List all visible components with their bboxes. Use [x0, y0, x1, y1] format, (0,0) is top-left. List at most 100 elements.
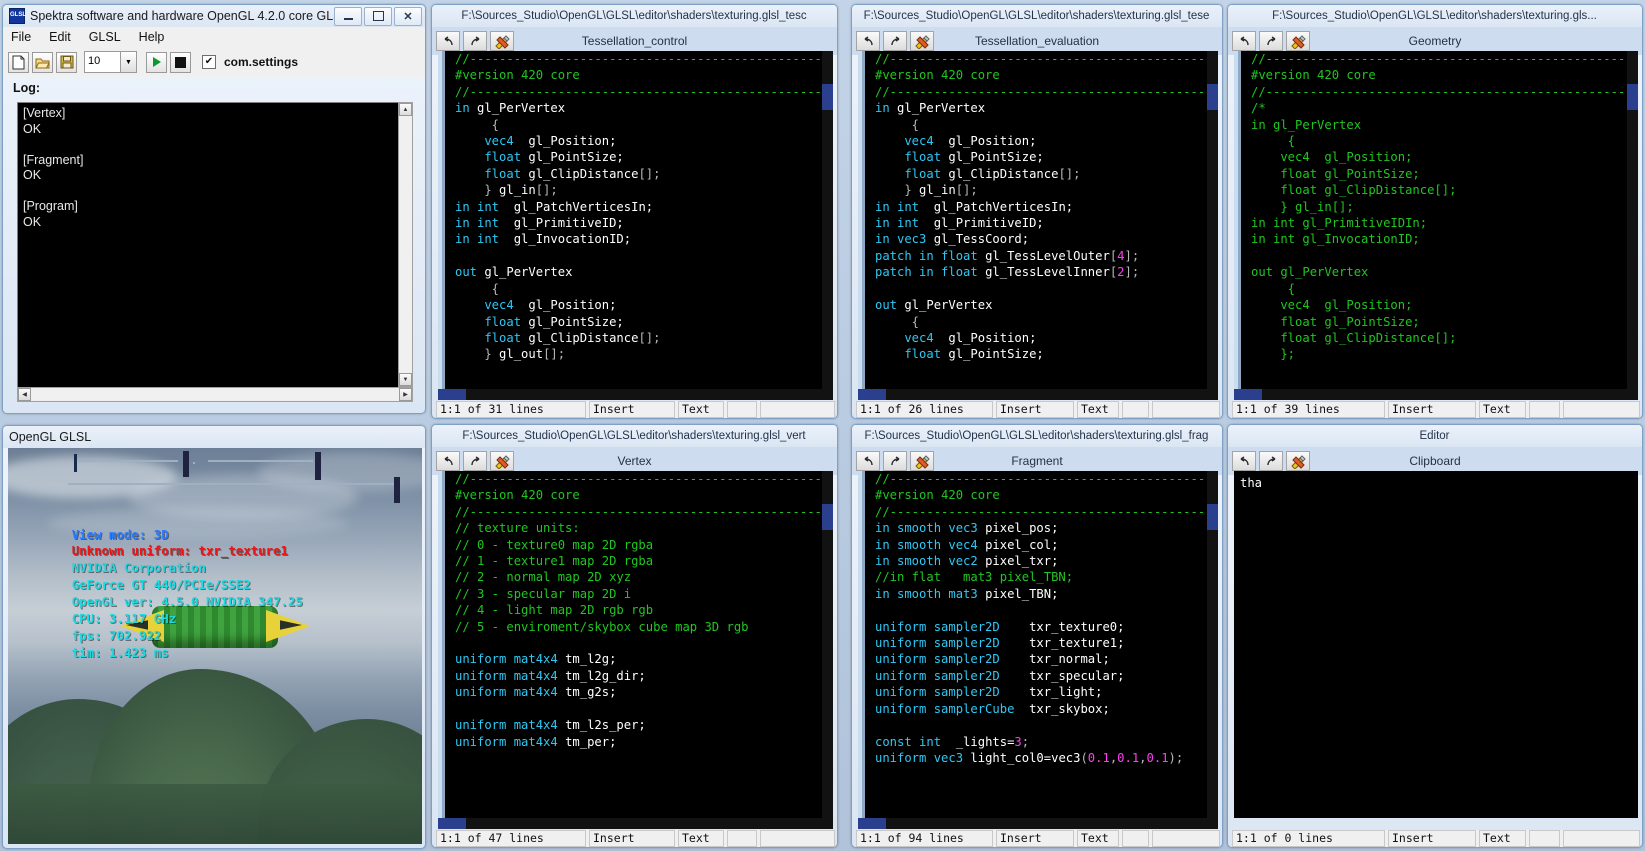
undo-icon[interactable] [436, 31, 460, 51]
code-area-vert[interactable]: //--------------------------------------… [438, 471, 833, 818]
new-file-icon[interactable] [8, 51, 29, 73]
minimize-button[interactable] [334, 6, 362, 26]
code-token: , [1139, 750, 1147, 765]
tools-icon[interactable] [1286, 451, 1310, 471]
redo-icon[interactable] [1259, 451, 1283, 471]
scroll-left-arrow[interactable]: ◀ [18, 388, 31, 401]
code-vertical-scrollbar-tese[interactable] [1207, 51, 1218, 389]
code-line: in int gl_PatchVerticesIn; [449, 199, 833, 215]
redo-icon[interactable] [883, 451, 907, 471]
code-area-geom[interactable]: //--------------------------------------… [1234, 51, 1638, 389]
code-token: #version 420 core [875, 488, 1000, 503]
code-line: float gl_PointSize; [449, 314, 833, 330]
code-horizontal-scrollbar-geom[interactable] [1234, 389, 1638, 400]
code-horizontal-scrollbar-vert[interactable] [438, 818, 833, 829]
scroll-down-arrow[interactable]: ▼ [399, 373, 412, 386]
status-extra2-frag [1152, 830, 1220, 847]
menu-item-edit[interactable]: Edit [49, 30, 71, 44]
undo-icon[interactable] [1232, 451, 1256, 471]
code-token: pixel_pos; [985, 521, 1059, 536]
code-vertical-scrollbar-vert[interactable] [822, 471, 833, 818]
editor-statusbar-tesc: 1:1 of 31 lines Insert Text [436, 401, 835, 418]
code-token: gl_TessCoord; [933, 232, 1030, 247]
code-token: { [455, 117, 500, 132]
code-token: { [1251, 281, 1296, 296]
code-line: in vec3 gl_TessCoord; [869, 231, 1218, 247]
code-vertical-scrollbar-frag[interactable] [1207, 471, 1218, 818]
code-token: float [455, 150, 522, 165]
editor-titlebar-clip: Editor [1228, 425, 1642, 447]
code-area-tese[interactable]: //--------------------------------------… [858, 51, 1218, 389]
code-line: uniform mat4x4 tm_l2g_dir; [449, 668, 833, 684]
redo-icon[interactable] [883, 31, 907, 51]
code-token: 0.1 [1087, 750, 1110, 765]
log-horizontal-scrollbar[interactable]: ◀ ▶ [17, 387, 413, 402]
code-token: out gl_PerVertex [1251, 265, 1369, 280]
undo-icon[interactable] [856, 31, 880, 51]
play-icon[interactable] [146, 51, 167, 73]
gl-render-viewport[interactable]: View mode: 3D Unknown uniform: txr_textu… [8, 448, 422, 844]
code-horizontal-scrollbar-tesc[interactable] [438, 389, 833, 400]
code-token: float [455, 166, 522, 181]
code-vertical-scrollbar-tesc[interactable] [822, 51, 833, 389]
code-token: gl_Position; [933, 134, 1037, 149]
code-token: //--------------------------------------… [1251, 52, 1638, 66]
code-token: tm_per; [565, 734, 617, 749]
tools-icon[interactable] [910, 31, 934, 51]
redo-icon[interactable] [1259, 31, 1283, 51]
fence-post [315, 452, 321, 480]
menu-item-glsl[interactable]: GLSL [89, 30, 121, 44]
editor-window-frag: F:\Sources_Studio\OpenGL\GLSL\editor\sha… [851, 424, 1223, 848]
quantity-stepper[interactable]: 10 ▼ [84, 51, 137, 73]
code-token: txr_light; [1014, 685, 1103, 700]
code-token: const int [875, 734, 956, 749]
code-token: in int gl_PrimitiveIDIn; [1251, 216, 1428, 231]
open-folder-icon[interactable] [32, 51, 53, 73]
code-horizontal-scrollbar-frag[interactable] [858, 818, 1218, 829]
stop-icon[interactable] [170, 51, 191, 73]
code-token: ; [1021, 734, 1030, 749]
scroll-right-arrow[interactable]: ▶ [399, 388, 412, 401]
editor-file-path-vert: F:\Sources_Studio\OpenGL\GLSL\editor\sha… [462, 430, 806, 442]
code-line: //--------------------------------------… [869, 84, 1218, 100]
code-token: //--------------------------------------… [455, 84, 833, 99]
maximize-button[interactable] [364, 6, 392, 26]
menu-item-file[interactable]: File [11, 30, 31, 44]
code-area-clip[interactable]: tha [1234, 471, 1638, 818]
status-type-clip: Text [1479, 830, 1526, 847]
save-disk-icon[interactable] [56, 51, 77, 73]
code-line: in int gl_InvocationID; [449, 231, 833, 247]
code-area-tesc[interactable]: //--------------------------------------… [438, 51, 833, 389]
code-line: vec4 gl_Position; [869, 330, 1218, 346]
close-button[interactable]: ✕ [394, 6, 422, 26]
code-area-frag[interactable]: //--------------------------------------… [858, 471, 1218, 818]
redo-icon[interactable] [463, 31, 487, 51]
tools-icon[interactable] [490, 31, 514, 51]
undo-icon[interactable] [436, 451, 460, 471]
code-token: //--------------------------------------… [875, 52, 1218, 66]
redo-icon[interactable] [463, 451, 487, 471]
com-settings-checkbox[interactable]: ✔ [202, 55, 216, 69]
code-token: tm_l2g_dir; [565, 668, 646, 683]
log-vertical-scrollbar[interactable]: ▲ ▼ [398, 102, 413, 387]
code-token: gl_Position; [513, 298, 617, 313]
chevron-down-icon[interactable]: ▼ [120, 52, 136, 72]
tools-icon[interactable] [1286, 31, 1310, 51]
code-line: // 5 - enviroment/skybox cube map 3D rgb [449, 619, 833, 635]
tools-icon[interactable] [910, 451, 934, 471]
code-horizontal-scrollbar-tese[interactable] [858, 389, 1218, 400]
code-token: in int [455, 199, 507, 214]
glsl-app-icon: GLSL [9, 8, 26, 24]
undo-icon[interactable] [856, 451, 880, 471]
status-extra1-vert [727, 830, 757, 847]
scroll-up-arrow[interactable]: ▲ [399, 103, 412, 116]
code-vertical-scrollbar-geom[interactable] [1627, 51, 1638, 389]
code-line: // texture units: [449, 520, 833, 536]
tools-icon[interactable] [490, 451, 514, 471]
code-token: #version 420 core [455, 488, 580, 503]
menu-item-help[interactable]: Help [139, 30, 165, 44]
code-token: 0.1 [1117, 750, 1140, 765]
undo-icon[interactable] [1232, 31, 1256, 51]
code-token: float [875, 150, 942, 165]
